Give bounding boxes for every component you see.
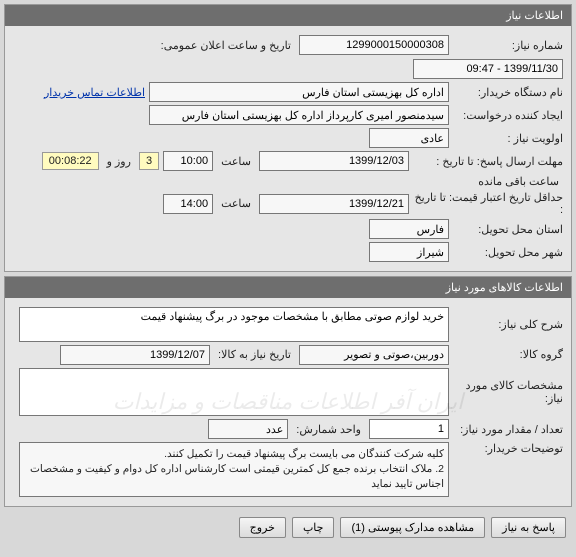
city-label: شهر محل تحویل: — [453, 246, 563, 259]
to-date-label-text: تا تاریخ : — [436, 156, 473, 168]
public-datetime-field — [413, 59, 563, 79]
need-by-label: تاریخ نیاز به کالا: — [214, 348, 295, 361]
need-number-label: شماره نیاز: — [453, 39, 563, 52]
print-button[interactable]: چاپ — [292, 517, 335, 538]
need-info-body: شماره نیاز: تاریخ و ساعت اعلان عمومی: نا… — [5, 26, 571, 271]
action-bar: پاسخ به نیاز مشاهده مدارک پیوستی (1) چاپ… — [0, 511, 576, 544]
requester-field — [149, 105, 449, 125]
need-info-panel: اطلاعات نیاز شماره نیاز: تاریخ و ساعت اع… — [4, 4, 572, 272]
comment-line-1: کلیه شرکت کنندگان می بایست برگ پیشنهاد ق… — [24, 447, 444, 462]
reply-button[interactable]: پاسخ به نیاز — [491, 517, 566, 538]
validity-label-text: حداقل تاریخ اعتبار قیمت: — [449, 192, 563, 204]
group-label: گروه کالا: — [453, 348, 563, 361]
remaining-label: ساعت باقی مانده — [474, 175, 563, 188]
group-field — [299, 345, 449, 365]
comments-label: توضیحات خریدار: — [453, 442, 563, 455]
deadline-time-field — [163, 151, 213, 171]
need-number-field — [299, 35, 449, 55]
comment-line-2: 2. ملاک انتخاب برنده جمع کل کمترین قیمتی… — [24, 462, 444, 491]
desc-label: شرح کلی نیاز: — [453, 318, 563, 331]
desc-field[interactable]: خرید لوازم صوتی مطابق با مشخصات موجود در… — [19, 307, 449, 342]
qty-label: تعداد / مقدار مورد نیاز: — [453, 423, 563, 436]
exit-button[interactable]: خروج — [239, 517, 286, 538]
deadline-time-label: ساعت — [217, 155, 255, 168]
priority-label: اولویت نیاز : — [453, 132, 563, 145]
goods-info-body: ایران آفر اطلاعات مناقصات و مزایدات شرح … — [5, 298, 571, 506]
spec-label: مشخصات کالای مورد نیاز: — [453, 379, 563, 405]
buyer-comments: کلیه شرکت کنندگان می بایست برگ پیشنهاد ق… — [19, 442, 449, 496]
validity-time-field — [163, 194, 213, 214]
qty-field[interactable] — [369, 419, 449, 439]
unit-label: واحد شمارش: — [292, 423, 365, 436]
deadline-date-field — [259, 151, 409, 171]
buyer-contact-link[interactable]: اطلاعات تماس خریدار — [44, 86, 145, 99]
deadline-label: مهلت ارسال پاسخ: تا تاریخ : — [413, 155, 563, 168]
attachments-button[interactable]: مشاهده مدارک پیوستی (1) — [340, 517, 485, 538]
public-datetime-label: تاریخ و ساعت اعلان عمومی: — [157, 39, 295, 52]
validity-time-label: ساعت — [217, 197, 255, 210]
priority-field — [369, 128, 449, 148]
city-field — [369, 242, 449, 262]
goods-info-panel: اطلاعات کالاهای مورد نیاز ایران آفر اطلا… — [4, 276, 572, 507]
deadline-label-text: مهلت ارسال پاسخ: — [477, 156, 563, 168]
buyer-org-label: نام دستگاه خریدار: — [453, 86, 563, 99]
spec-field[interactable] — [19, 368, 449, 417]
requester-label: ایجاد کننده درخواست: — [453, 109, 563, 122]
validity-date-field — [259, 194, 409, 214]
need-by-field — [60, 345, 210, 365]
validity-label: حداقل تاریخ اعتبار قیمت: تا تاریخ : — [413, 191, 563, 216]
province-label: استان محل تحویل: — [453, 223, 563, 236]
unit-field — [208, 419, 288, 439]
days-label: روز و — [103, 155, 135, 168]
buyer-org-field — [149, 82, 449, 102]
days-remaining: 3 — [139, 152, 159, 170]
need-info-header: اطلاعات نیاز — [5, 5, 571, 26]
countdown-timer: 00:08:22 — [42, 152, 99, 170]
province-field — [369, 219, 449, 239]
goods-info-header: اطلاعات کالاهای مورد نیاز — [5, 277, 571, 298]
